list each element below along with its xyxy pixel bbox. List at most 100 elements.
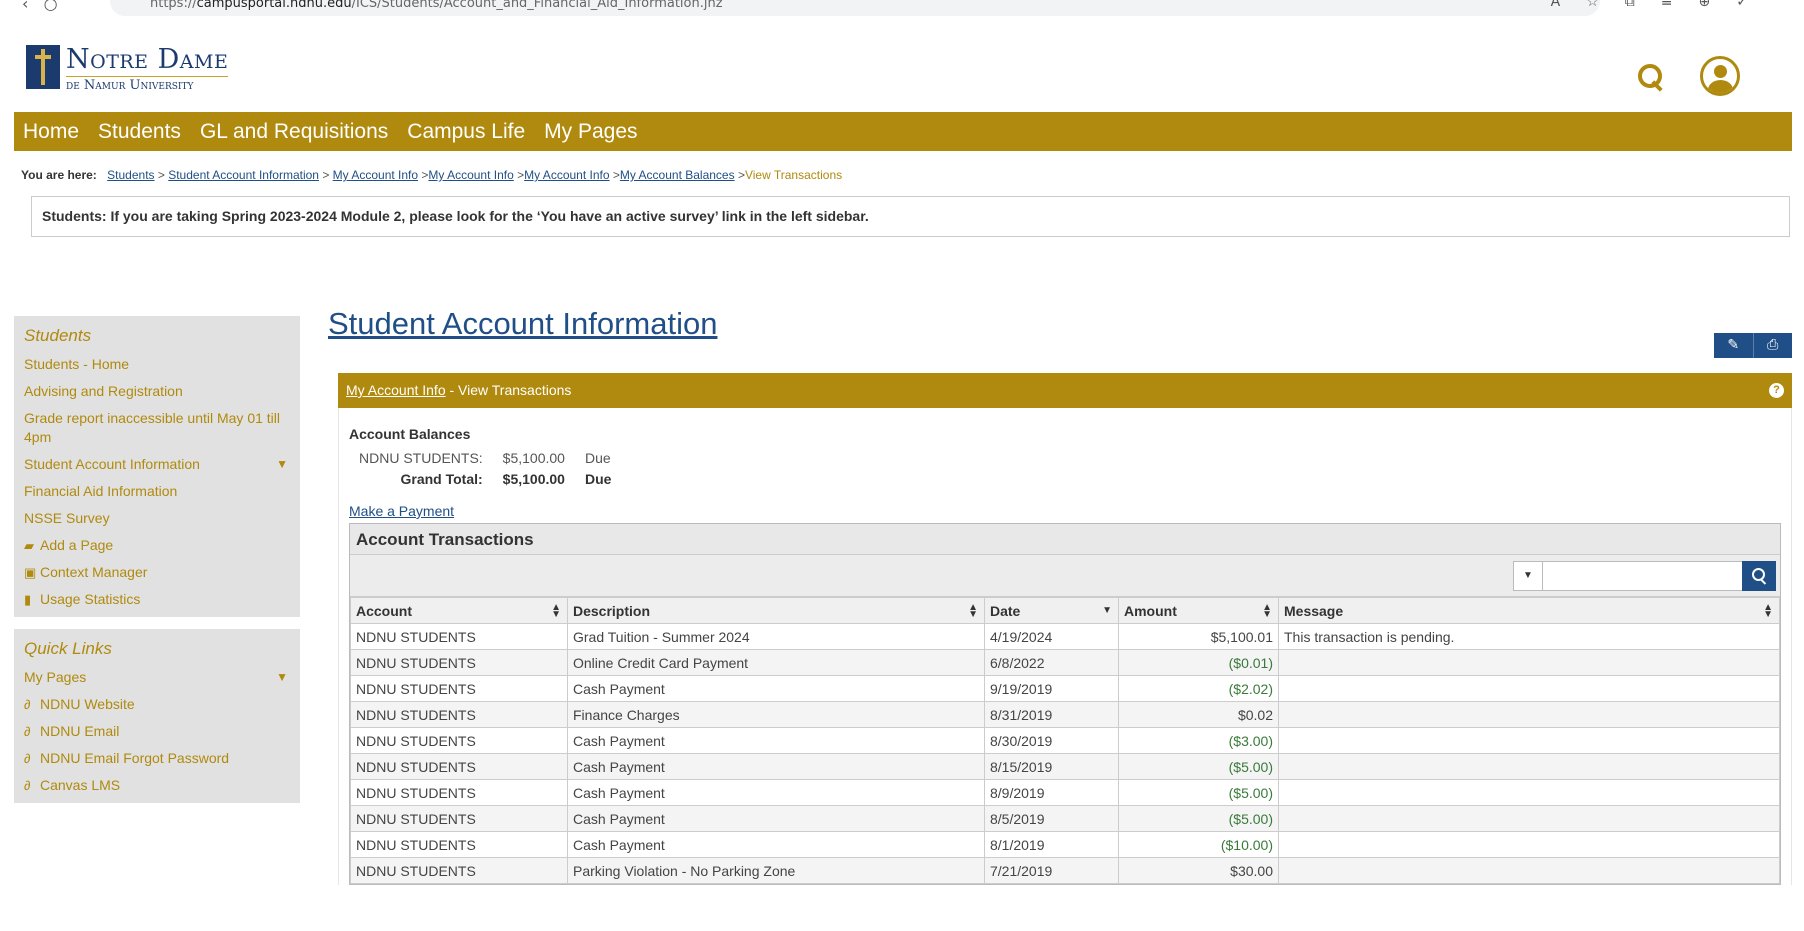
breadcrumb-link[interactable]: My Account Balances	[620, 168, 735, 182]
cell-date: 8/9/2019	[984, 779, 1119, 806]
sidebar: Students Students - Home Advising and Re…	[14, 316, 300, 803]
nav-home[interactable]: Home	[23, 120, 79, 144]
url-text[interactable]: https://campusportal.ndnu.edu/ICS/Studen…	[150, 0, 723, 11]
browser-nav-icons[interactable]: ‹ ○	[22, 0, 58, 13]
column-header-amount[interactable]: Amount ▲ ▼	[1118, 597, 1279, 624]
nav-gl-requisitions[interactable]: GL and Requisitions	[200, 120, 388, 144]
cell-amount: ($2.02)	[1118, 675, 1279, 702]
balance-status: Due	[584, 450, 611, 466]
sidebar-item-students-home[interactable]: Students - Home	[24, 351, 300, 378]
sidebar-item-label: Context Manager	[40, 564, 148, 580]
quick-link-ndnu-email[interactable]: ∂ NDNU Email	[24, 718, 300, 745]
add-page-icon: ▰	[24, 538, 34, 553]
sidebar-item-student-account[interactable]: Student Account Information ▼	[24, 451, 300, 478]
portlet-header-link[interactable]: My Account Info	[346, 382, 446, 398]
column-header-description[interactable]: Description ▲ ▼	[567, 597, 985, 624]
make-payment-link[interactable]: Make a Payment	[349, 503, 454, 519]
edit-icon: ▣	[24, 565, 37, 580]
table-row[interactable]: NDNU STUDENTS Grad Tuition - Summer 2024 4…	[350, 623, 1780, 650]
sidebar-item-nsse-survey[interactable]: NSSE Survey	[24, 505, 300, 532]
user-icon[interactable]	[1700, 56, 1740, 96]
table-row[interactable]: NDNU STUDENTS Cash Payment 8/1/2019 ($10.00…	[350, 831, 1780, 858]
breadcrumb: You are here: Students > Student Account…	[21, 168, 843, 182]
sort-icon[interactable]: ▲ ▼	[551, 603, 561, 620]
search-icon[interactable]	[1638, 64, 1664, 90]
quick-link-canvas-lms[interactable]: ∂ Canvas LMS	[24, 772, 300, 799]
bar-chart-icon: ▮	[24, 592, 32, 607]
breadcrumb-link[interactable]: Students	[107, 168, 154, 182]
cell-amount: ($5.00)	[1118, 805, 1279, 832]
sidebar-item-context-manager[interactable]: ▣ Context Manager	[24, 559, 300, 586]
table-row[interactable]: NDNU STUDENTS Cash Payment 8/30/2019 ($3.00…	[350, 727, 1780, 754]
breadcrumb-link[interactable]: My Account Info	[428, 168, 513, 182]
sidebar-item-financial-aid[interactable]: Financial Aid Information	[24, 478, 300, 505]
browser-bar: ‹ ○ https://campusportal.ndnu.edu/ICS/St…	[0, 0, 1804, 20]
account-portlet: My Account Info - View Transactions ? Ac…	[338, 373, 1792, 885]
sort-icon[interactable]: ▲ ▼	[968, 603, 978, 620]
table-row[interactable]: NDNU STUDENTS Parking Violation - No Park…	[350, 857, 1780, 884]
sort-icon[interactable]: ▲ ▼	[1262, 603, 1272, 620]
search-button[interactable]	[1742, 561, 1776, 591]
link-icon: ∂	[24, 751, 31, 766]
cell-date: 8/31/2019	[984, 701, 1119, 728]
nav-campus-life[interactable]: Campus Life	[407, 120, 525, 144]
transactions-title: Account Transactions	[350, 524, 1780, 555]
browser-actions[interactable]: A☆⧉≡⊕✓	[1551, 0, 1774, 10]
cell-description: Online Credit Card Payment	[567, 649, 985, 676]
search-input[interactable]	[1543, 561, 1743, 591]
print-icon[interactable]: ⎙	[1752, 333, 1793, 358]
table-row[interactable]: NDNU STUDENTS Cash Payment 9/19/2019 ($2.02…	[350, 675, 1780, 702]
cell-description: Cash Payment	[567, 753, 985, 780]
logo-line2: de Namur University	[66, 76, 229, 94]
table-row[interactable]: NDNU STUDENTS Cash Payment 8/5/2019 ($5.00)	[350, 805, 1780, 832]
quick-link-email-forgot-password[interactable]: ∂ NDNU Email Forgot Password	[24, 745, 300, 772]
cell-account: NDNU STUDENTS	[350, 753, 568, 780]
breadcrumb-link[interactable]: My Account Info	[524, 168, 609, 182]
column-header-date[interactable]: Date ▼	[984, 597, 1119, 624]
sidebar-item-usage-statistics[interactable]: ▮ Usage Statistics	[24, 586, 300, 613]
column-header-message[interactable]: Message ▲ ▼	[1278, 597, 1780, 624]
sidebar-item-add-page[interactable]: ▰ Add a Page	[24, 532, 300, 559]
balance-status: Due	[584, 471, 612, 487]
grand-total-row: Grand Total: $5,100.00 Due	[349, 469, 621, 490]
sidebar-item-label: Canvas LMS	[40, 777, 121, 793]
cell-amount: ($10.00)	[1118, 831, 1279, 858]
cell-description: Cash Payment	[567, 805, 985, 832]
page-title[interactable]: Student Account Information	[326, 306, 1792, 361]
chevron-down-icon[interactable]: ▼	[276, 668, 288, 687]
sort-desc-icon[interactable]: ▼	[1102, 606, 1112, 616]
sort-icon[interactable]: ▲ ▼	[1763, 603, 1773, 620]
quick-link-my-pages[interactable]: My Pages ▼	[24, 664, 300, 691]
filter-dropdown[interactable]: ▼	[1513, 561, 1543, 591]
column-header-account[interactable]: Account ▲ ▼	[350, 597, 568, 624]
cell-description: Cash Payment	[567, 831, 985, 858]
wrench-icon[interactable]: ✎	[1714, 333, 1753, 358]
breadcrumb-link[interactable]: Student Account Information	[168, 168, 319, 182]
sidebar-item-grade-report[interactable]: Grade report inaccessible until May 01 t…	[24, 405, 300, 451]
cell-amount: $5,100.01	[1118, 623, 1279, 650]
table-row[interactable]: NDNU STUDENTS Online Credit Card Payment 6…	[350, 649, 1780, 676]
cell-description: Grad Tuition - Summer 2024	[567, 623, 985, 650]
university-logo[interactable]: Notre Dame de Namur University	[26, 45, 229, 94]
sidebar-item-label: My Pages	[24, 669, 87, 685]
sidebar-item-label: Student Account Information	[24, 456, 200, 472]
cell-message	[1278, 857, 1780, 884]
cell-account: NDNU STUDENTS	[350, 779, 568, 806]
breadcrumb-current: View Transactions	[744, 168, 843, 182]
cell-date: 7/21/2019	[984, 857, 1119, 884]
nav-students[interactable]: Students	[98, 120, 181, 144]
quick-link-ndnu-website[interactable]: ∂ NDNU Website	[24, 691, 300, 718]
table-row[interactable]: NDNU STUDENTS Finance Charges 8/31/2019 $0.…	[350, 701, 1780, 728]
nav-my-pages[interactable]: My Pages	[544, 120, 637, 144]
table-row[interactable]: NDNU STUDENTS Cash Payment 8/9/2019 ($5.00)	[350, 779, 1780, 806]
balance-amount: $5,100.00	[502, 450, 565, 466]
sidebar-item-advising[interactable]: Advising and Registration	[24, 378, 300, 405]
page-tools: ✎ ⎙	[1714, 333, 1792, 358]
cell-date: 8/30/2019	[984, 727, 1119, 754]
breadcrumb-link[interactable]: My Account Info	[333, 168, 418, 182]
table-row[interactable]: NDNU STUDENTS Cash Payment 8/15/2019 ($5.00…	[350, 753, 1780, 780]
balances-table: NDNU STUDENTS: $5,100.00 Due Grand Total…	[349, 448, 621, 490]
chevron-down-icon[interactable]: ▼	[276, 455, 288, 474]
help-icon[interactable]: ?	[1769, 383, 1784, 398]
balance-label: NDNU STUDENTS:	[359, 450, 483, 466]
